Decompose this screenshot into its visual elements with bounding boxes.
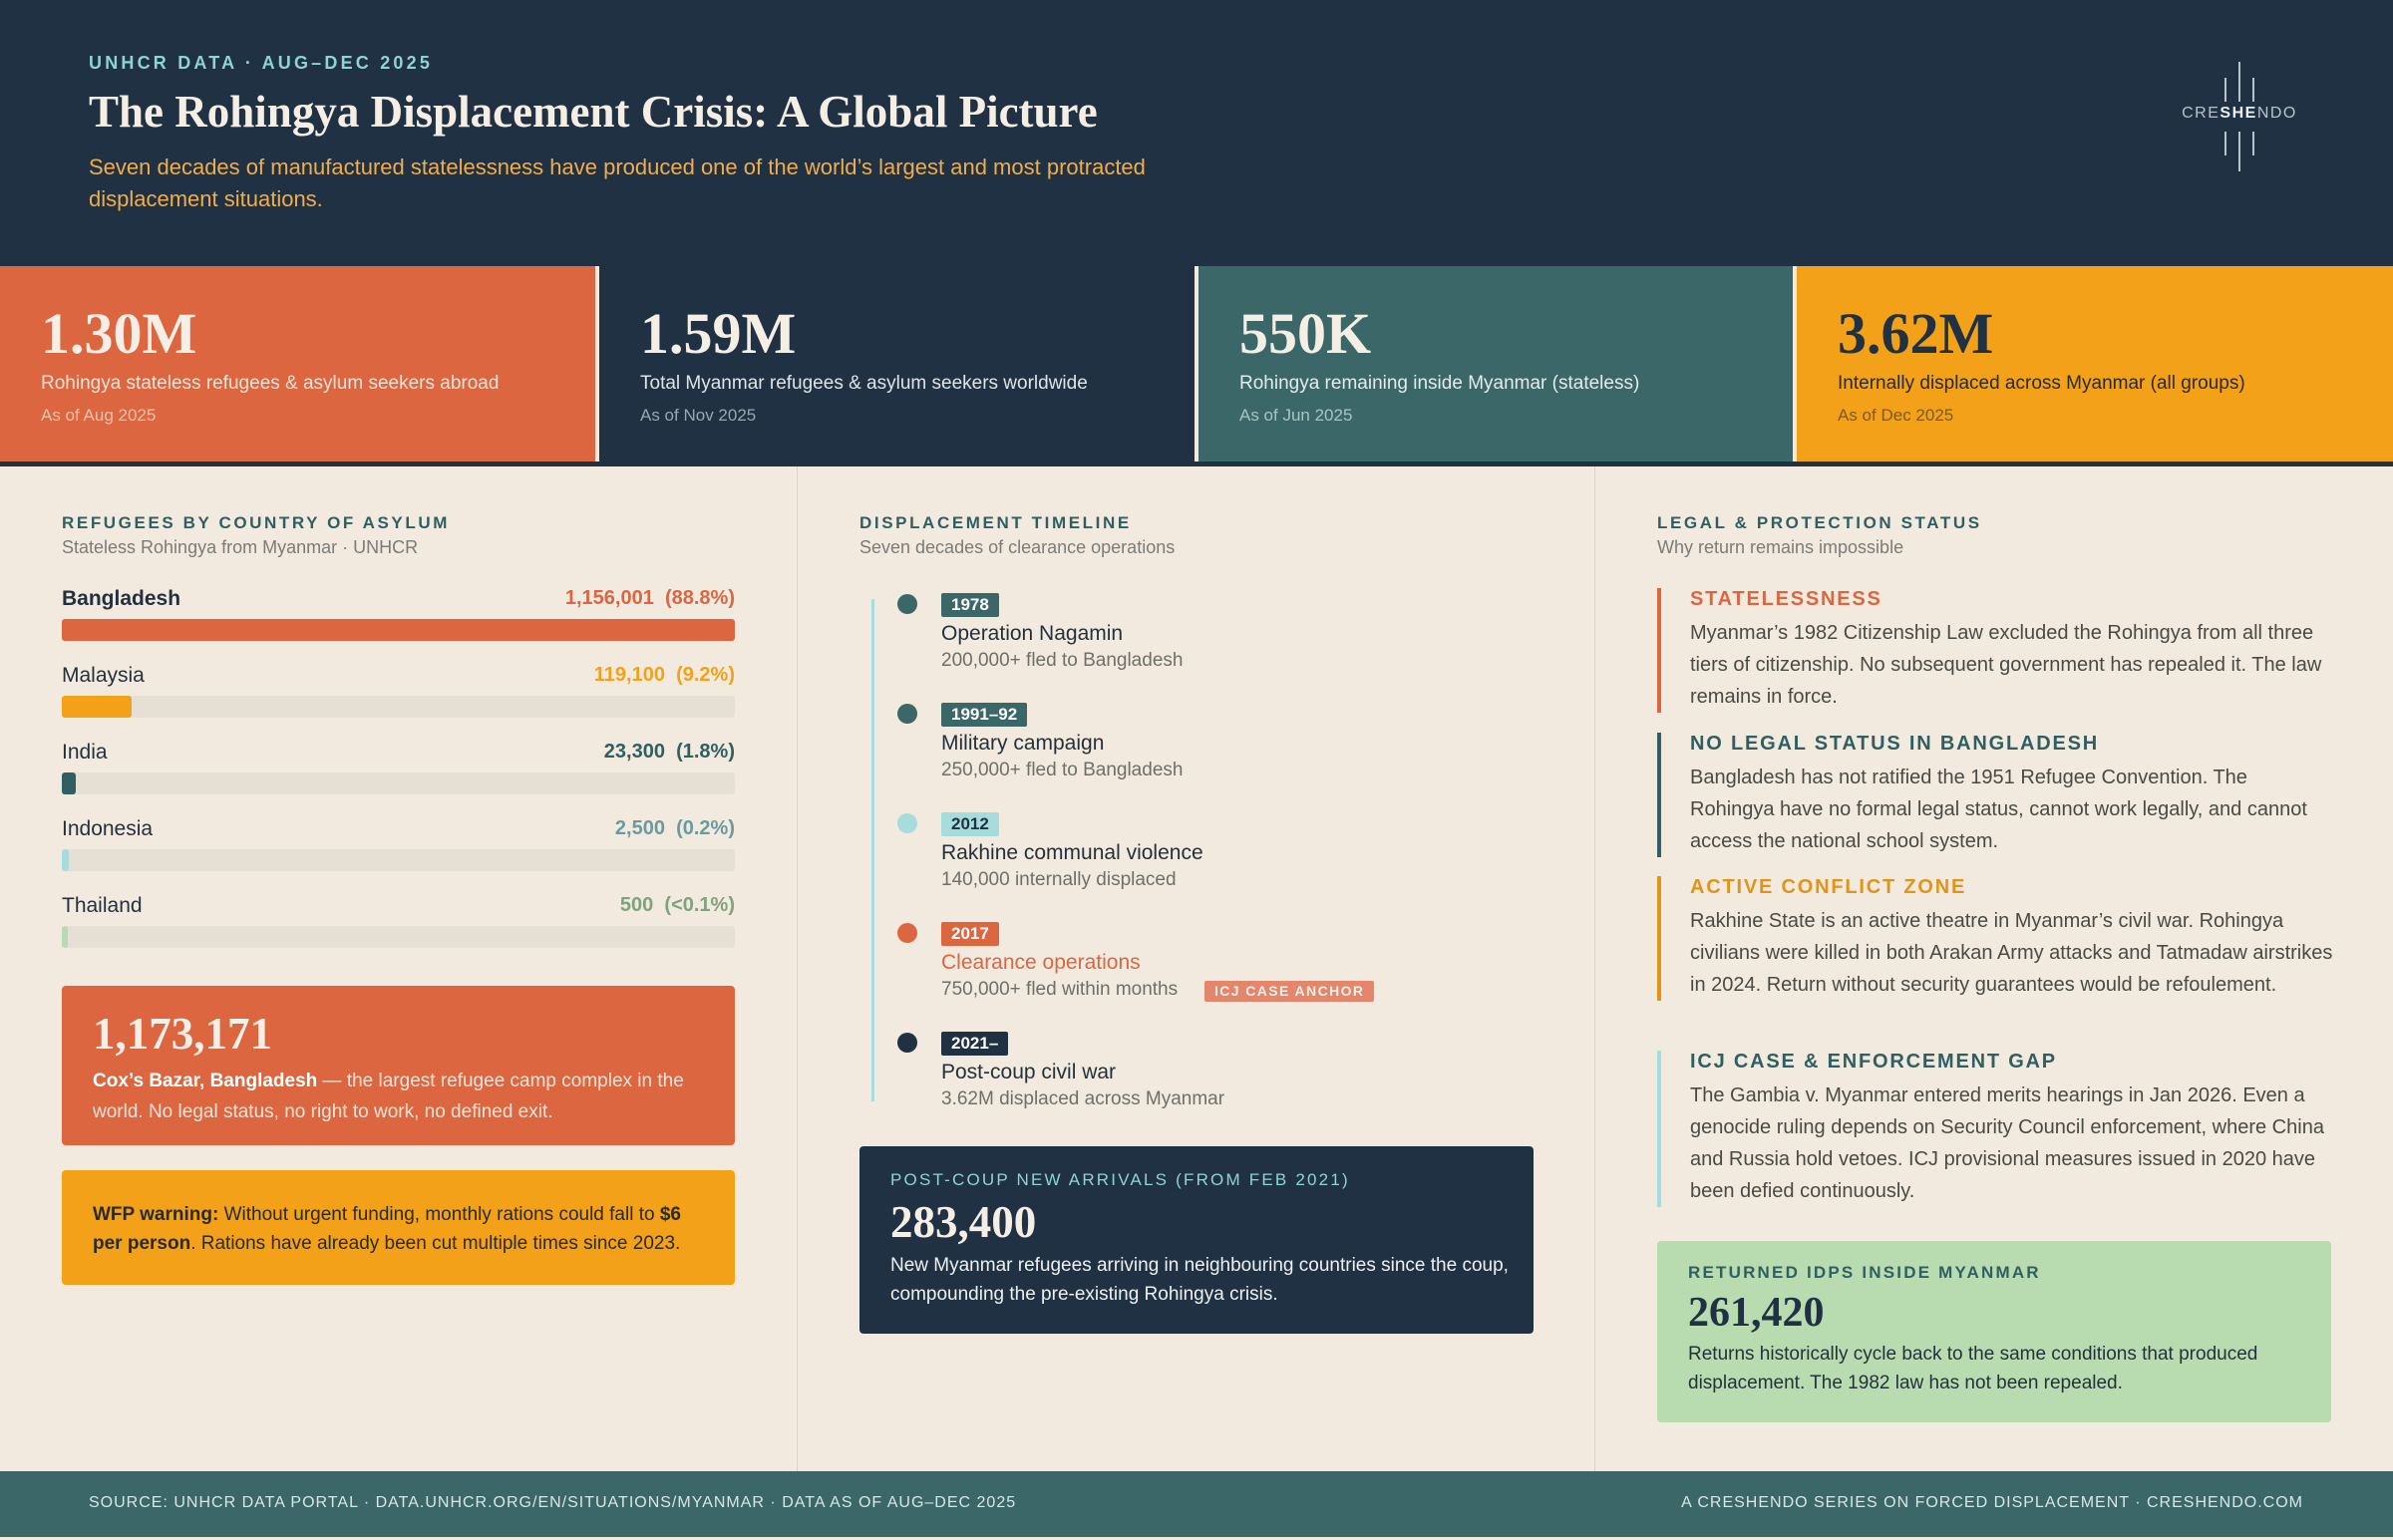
kpi-label: Total Myanmar refugees & asylum seekers … bbox=[640, 373, 1088, 394]
legal-item-text: The Gambia v. Myanmar entered merits hea… bbox=[1690, 1084, 2324, 1202]
bar-fill bbox=[62, 772, 76, 794]
icj-case-anchor-tag: ICJ CASE ANCHOR bbox=[1204, 981, 1375, 1002]
bar-country-label: India bbox=[62, 741, 108, 764]
returned-idps-card: RETURNED IDPS INSIDE MYANMAR 261,420 Ret… bbox=[1657, 1241, 2331, 1422]
timeline-section-subtitle: Seven decades of clearance operations bbox=[859, 537, 1176, 557]
timeline-section-title: DISPLACEMENT TIMELINE bbox=[859, 513, 1132, 532]
bar-value-label: 500 (<0.1%) bbox=[619, 894, 735, 916]
timeline-dot bbox=[897, 923, 917, 943]
footer-series: A CRESHENDO SERIES ON FORCED DISPLACEMEN… bbox=[1681, 1494, 2303, 1511]
legal-item-heading: ICJ CASE & ENFORCEMENT GAP bbox=[1690, 1051, 2057, 1073]
idp-text: Returns historically cycle back to the s… bbox=[1688, 1344, 2258, 1393]
legal-item-statelessness: STATELESSNESS Myanmar’s 1982 Citizenship… bbox=[1657, 588, 2335, 713]
bar-track bbox=[62, 849, 735, 871]
post-coup-arrivals-card: POST-COUP NEW ARRIVALS (FROM FEB 2021) 2… bbox=[859, 1146, 1534, 1334]
kpi-asof: As of Jun 2025 bbox=[1239, 406, 1353, 425]
timeline-year-tag: 2021– bbox=[941, 1032, 1009, 1056]
bar-country-label: Indonesia bbox=[62, 817, 154, 840]
legal-section-title: LEGAL & PROTECTION STATUS bbox=[1657, 513, 1982, 532]
kpi-value: 550K bbox=[1239, 301, 1372, 366]
legal-item-text: Bangladesh has not ratified the 1951 Ref… bbox=[1690, 767, 2307, 852]
timeline-dot bbox=[897, 594, 917, 614]
arrivals-eyebrow: POST-COUP NEW ARRIVALS (FROM FEB 2021) bbox=[890, 1170, 1350, 1189]
kpi-card-rohingya-abroad: 1.30M Rohingya stateless refugees & asyl… bbox=[0, 266, 595, 462]
kpi-asof: As of Aug 2025 bbox=[41, 406, 157, 425]
footer-source: SOURCE: UNHCR DATA PORTAL · DATA.UNHCR.O… bbox=[89, 1494, 1017, 1511]
kpi-card-inside-myanmar: 550K Rohingya remaining inside Myanmar (… bbox=[1198, 266, 1793, 462]
timeline-event-title: Rakhine communal violence bbox=[941, 841, 1203, 864]
coxs-bazar-card: 1,173,171 Cox’s Bazar, Bangladesh — the … bbox=[62, 986, 735, 1145]
kpi-value: 1.59M bbox=[640, 301, 797, 366]
bar-fill bbox=[62, 849, 69, 871]
coxs-bazar-text: Cox’s Bazar, Bangladesh — the largest re… bbox=[93, 1071, 684, 1122]
kpi-card-idps: 3.62M Internally displaced across Myanma… bbox=[1797, 266, 2393, 462]
timeline-year-tag: 2017 bbox=[941, 922, 999, 946]
timeline-year-tag: 1978 bbox=[941, 593, 999, 617]
legal-item-heading: ACTIVE CONFLICT ZONE bbox=[1690, 876, 1967, 898]
legal-item-text: Rakhine State is an active theatre in My… bbox=[1690, 910, 2333, 996]
kpi-value: 1.30M bbox=[41, 301, 197, 366]
bar-country-label: Bangladesh bbox=[62, 587, 181, 610]
bar-value-label: 1,156,001 (88.8%) bbox=[564, 587, 735, 609]
idp-value: 261,420 bbox=[1688, 1290, 1825, 1336]
bar-value-label: 23,300 (1.8%) bbox=[603, 741, 735, 763]
timeline-event-desc: 200,000+ fled to Bangladesh bbox=[941, 650, 1184, 671]
legal-section-subtitle: Why return remains impossible bbox=[1657, 537, 1904, 557]
timeline-event-desc: 3.62M displaced across Myanmar bbox=[941, 1088, 1225, 1109]
timeline-event-title: Military campaign bbox=[941, 732, 1105, 755]
coxs-bazar-value: 1,173,171 bbox=[93, 1009, 272, 1059]
kpi-asof: As of Nov 2025 bbox=[640, 406, 757, 425]
bar-track bbox=[62, 619, 735, 641]
timeline-event-desc: 750,000+ fled within months bbox=[941, 979, 1179, 1000]
refugees-section-title: REFUGEES BY COUNTRY OF ASYLUM bbox=[62, 513, 450, 532]
arrivals-value: 283,400 bbox=[890, 1197, 1037, 1247]
creshendo-logo: CRESHENDO bbox=[2174, 60, 2313, 173]
bar-track bbox=[62, 926, 735, 948]
logo-wordmark: CRESHENDO bbox=[2182, 105, 2297, 122]
timeline-event-title: Post-coup civil war bbox=[941, 1061, 1117, 1083]
header-eyebrow: UNHCR DATA · AUG–DEC 2025 bbox=[89, 53, 434, 73]
timeline-year-tag: 2012 bbox=[941, 812, 999, 836]
timeline-event-desc: 250,000+ fled to Bangladesh bbox=[941, 760, 1184, 780]
timeline-event-desc: 140,000 internally displaced bbox=[941, 869, 1177, 890]
bar-fill bbox=[62, 926, 68, 948]
legal-item-active-conflict: ACTIVE CONFLICT ZONE Rakhine State is an… bbox=[1657, 876, 2335, 1001]
arrivals-text: New Myanmar refugees arriving in neighbo… bbox=[890, 1255, 1509, 1305]
legal-item-heading: STATELESSNESS bbox=[1690, 588, 1882, 610]
timeline-dot bbox=[897, 704, 917, 724]
kpi-value: 3.62M bbox=[1838, 301, 1994, 366]
bar-fill bbox=[62, 619, 735, 641]
bar-country-label: Malaysia bbox=[62, 664, 145, 687]
header: UNHCR DATA · AUG–DEC 2025 The Rohingya D… bbox=[0, 0, 2393, 266]
wfp-warning-text: WFP warning: Without urgent funding, mon… bbox=[93, 1204, 681, 1254]
timeline-event-title: Operation Nagamin bbox=[941, 622, 1124, 645]
page-subtitle: Seven decades of manufactured statelessn… bbox=[89, 154, 1146, 211]
bar-country-label: Thailand bbox=[62, 894, 143, 917]
legal-item-no-legal-status: NO LEGAL STATUS IN BANGLADESH Bangladesh… bbox=[1657, 733, 2335, 857]
bar-fill bbox=[62, 696, 133, 718]
wfp-warning-card: WFP warning: Without urgent funding, mon… bbox=[62, 1170, 735, 1285]
kpi-label: Rohingya remaining inside Myanmar (state… bbox=[1239, 373, 1640, 394]
kpi-label: Rohingya stateless refugees & asylum see… bbox=[41, 373, 500, 394]
timeline-line bbox=[871, 599, 874, 1101]
bar-track bbox=[62, 772, 735, 794]
kpi-asof: As of Dec 2025 bbox=[1838, 406, 1954, 425]
kpi-label: Internally displaced across Myanmar (all… bbox=[1838, 373, 2245, 394]
bar-value-label: 2,500 (0.2%) bbox=[614, 817, 735, 839]
footer: SOURCE: UNHCR DATA PORTAL · DATA.UNHCR.O… bbox=[0, 1471, 2393, 1537]
refugees-section-subtitle: Stateless Rohingya from Myanmar · UNHCR bbox=[62, 537, 419, 557]
bar-value-label: 119,100 (9.2%) bbox=[593, 664, 735, 686]
legal-item-heading: NO LEGAL STATUS IN BANGLADESH bbox=[1690, 733, 2099, 755]
timeline-event-title: Clearance operations bbox=[941, 951, 1141, 974]
bar-track bbox=[62, 696, 735, 718]
timeline-year-tag: 1991–92 bbox=[941, 703, 1028, 727]
idp-eyebrow: RETURNED IDPS INSIDE MYANMAR bbox=[1688, 1263, 2041, 1282]
timeline-dot bbox=[897, 1033, 917, 1053]
legal-item-text: Myanmar’s 1982 Citizenship Law excluded … bbox=[1690, 622, 2322, 708]
kpi-card-myanmar-refugees: 1.59M Total Myanmar refugees & asylum se… bbox=[599, 266, 1195, 462]
legal-item-icj-case: ICJ CASE & ENFORCEMENT GAP The Gambia v.… bbox=[1657, 1051, 2335, 1207]
kpi-band: 1.30M Rohingya stateless refugees & asyl… bbox=[0, 266, 2393, 466]
timeline-dot bbox=[897, 813, 917, 833]
page-title: The Rohingya Displacement Crisis: A Glob… bbox=[89, 87, 1098, 137]
